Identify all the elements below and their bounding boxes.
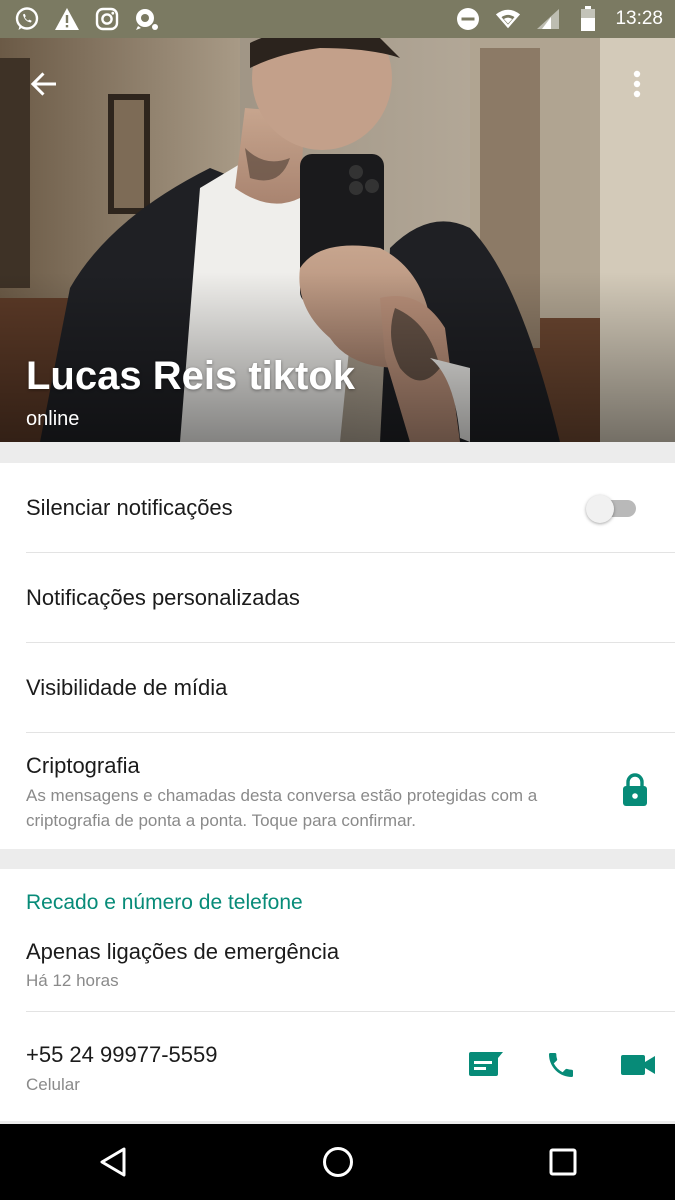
videocam-icon: [621, 1055, 655, 1075]
do-not-disturb-icon: [455, 6, 481, 32]
status-bar: 13:28: [0, 0, 675, 38]
section-title: Recado e número de telefone: [26, 891, 303, 914]
more-vert-icon: [633, 70, 641, 98]
message-icon: [469, 1052, 503, 1076]
signal-icon: [535, 6, 561, 32]
nav-recents-icon: [549, 1148, 576, 1176]
phone-number: +55 24 99977-5559: [26, 1042, 218, 1067]
voice-call-button[interactable]: [541, 1045, 581, 1085]
nav-back-icon: [100, 1147, 125, 1177]
notification-icons: [14, 6, 160, 32]
encryption-description-line2: criptografia de ponta a ponta. Toque par…: [26, 811, 416, 830]
location-alert-icon: [134, 6, 160, 32]
nav-back-button[interactable]: [83, 1132, 143, 1192]
phone-row[interactable]: +55 24 99977-5559 Celular: [26, 1012, 675, 1121]
phone-type: Celular: [26, 1075, 80, 1094]
mute-notifications-toggle[interactable]: [586, 495, 638, 523]
about-time: Há 12 horas: [26, 971, 119, 990]
phone-icon: [549, 1053, 573, 1077]
wifi-icon: [495, 6, 521, 32]
warning-icon: [54, 6, 80, 32]
encryption-label: Criptografia: [26, 753, 140, 778]
custom-notifications-row[interactable]: Notificações personalizadas: [26, 553, 675, 643]
video-call-button[interactable]: [618, 1045, 658, 1085]
nav-home-button[interactable]: [308, 1132, 368, 1192]
lock-icon: [623, 773, 647, 806]
message-button[interactable]: [466, 1045, 506, 1085]
encryption-description-line1: As mensagens e chamadas desta conversa e…: [26, 786, 538, 805]
encryption-description: As mensagens e chamadas desta conversa e…: [26, 783, 606, 833]
contact-name: Lucas Reis tiktok: [26, 354, 356, 398]
chat-settings-card: Silenciar notificações Notificações pers…: [0, 463, 675, 849]
back-button[interactable]: [22, 62, 66, 106]
instagram-icon: [94, 6, 120, 32]
clock: 13:28: [615, 8, 663, 29]
system-status-icons: 13:28: [455, 6, 663, 32]
nav-recents-button[interactable]: [533, 1132, 593, 1192]
mute-notifications-row[interactable]: Silenciar notificações: [26, 463, 675, 553]
media-visibility-row[interactable]: Visibilidade de mídia: [26, 643, 675, 733]
battery-icon: [575, 6, 601, 32]
toggle-thumb: [586, 495, 614, 523]
nav-home-icon: [322, 1147, 353, 1177]
about-phone-card: Recado e número de telefone Apenas ligaç…: [0, 869, 675, 1121]
custom-notifications-label: Notificações personalizadas: [26, 585, 300, 610]
about-row[interactable]: Apenas ligações de emergência Há 12 hora…: [26, 931, 675, 1012]
media-visibility-label: Visibilidade de mídia: [26, 675, 228, 700]
profile-header: Lucas Reis tiktok online: [0, 38, 675, 442]
mute-notifications-label: Silenciar notificações: [26, 495, 233, 520]
more-options-button[interactable]: [617, 62, 657, 106]
about-text: Apenas ligações de emergência: [26, 939, 340, 964]
system-nav-bar: [0, 1124, 675, 1200]
whatsapp-icon: [14, 6, 40, 32]
encryption-row[interactable]: Criptografia As mensagens e chamadas des…: [26, 733, 675, 849]
contact-status: online: [26, 408, 80, 430]
arrow-back-icon: [30, 72, 56, 96]
